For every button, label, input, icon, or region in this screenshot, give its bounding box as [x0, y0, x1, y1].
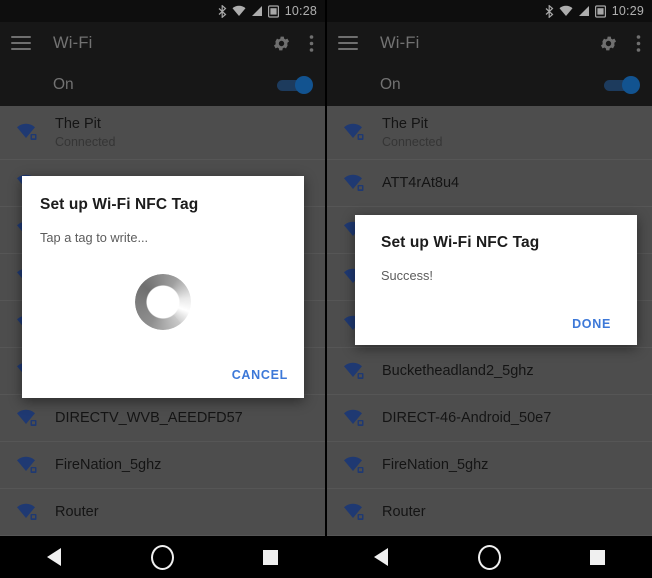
home-circle-icon	[477, 544, 501, 570]
home-button[interactable]	[461, 536, 517, 578]
phone-screen-right: 10:29 Wi-Fi On The Pit Connected ATT4rAt…	[327, 0, 652, 578]
back-triangle-icon	[47, 548, 62, 566]
nfc-tag-dialog: Set up Wi-Fi NFC Tag Tap a tag to write.…	[22, 176, 304, 398]
dialog-actions: DONE	[355, 311, 637, 345]
dialog-title: Set up Wi-Fi NFC Tag	[40, 196, 199, 213]
cancel-button[interactable]: CANCEL	[228, 362, 292, 388]
loading-spinner-icon	[135, 273, 191, 330]
done-button[interactable]: DONE	[568, 311, 615, 337]
home-button[interactable]	[134, 536, 190, 578]
recents-button[interactable]	[570, 536, 626, 578]
recents-button[interactable]	[243, 536, 299, 578]
loading-spinner-wrap	[22, 241, 304, 362]
recents-square-icon	[263, 549, 279, 565]
home-circle-icon	[150, 544, 174, 570]
recents-square-icon	[590, 549, 606, 565]
back-button[interactable]	[353, 536, 409, 578]
back-button[interactable]	[26, 536, 82, 578]
navigation-bar	[327, 536, 652, 578]
dialog-actions: CANCEL	[22, 362, 304, 398]
dialog-title: Set up Wi-Fi NFC Tag	[381, 234, 540, 251]
dual-screenshot-stage: 10:28 Wi-Fi On The Pit Connected DIRECTV…	[0, 0, 652, 578]
nfc-tag-dialog: Set up Wi-Fi NFC Tag Success! DONE	[355, 215, 637, 345]
back-triangle-icon	[374, 548, 389, 566]
dialog-message: Success!	[381, 268, 433, 283]
navigation-bar	[0, 536, 325, 578]
phone-screen-left: 10:28 Wi-Fi On The Pit Connected DIRECTV…	[0, 0, 325, 578]
